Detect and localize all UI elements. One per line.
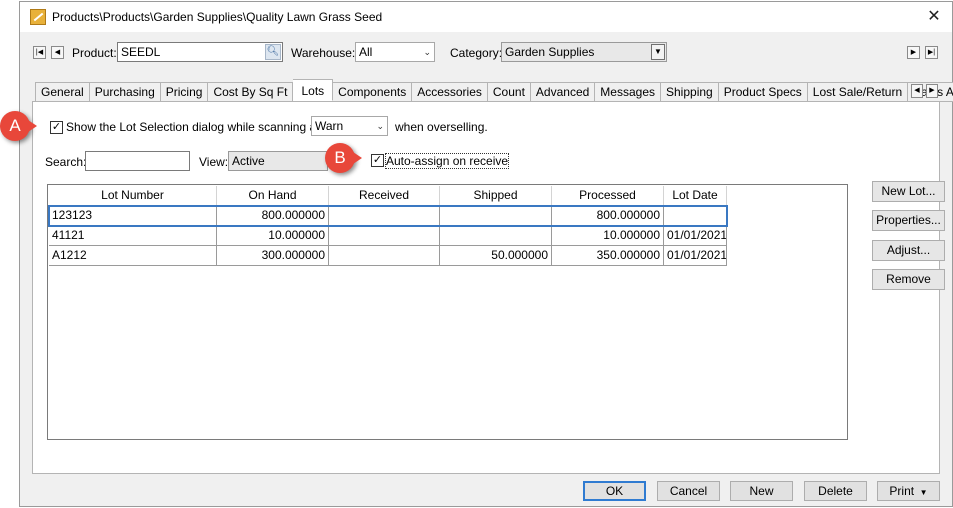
view-value: Active <box>232 154 265 168</box>
chevron-down-icon: ⌄ <box>376 121 384 131</box>
cell-received <box>329 206 440 226</box>
show-lot-dialog-checkbox[interactable]: ✓ <box>50 121 63 134</box>
first-record-icon[interactable]: |◀ <box>33 46 46 59</box>
dropdown-arrow-icon: ▼ <box>917 488 928 497</box>
category-value: Garden Supplies <box>505 45 595 59</box>
product-label: Product: <box>72 46 117 60</box>
previous-record-icon[interactable]: ◀ <box>51 46 64 59</box>
table-row[interactable]: A1212 300.000000 50.000000 350.000000 01/01/… <box>49 246 727 266</box>
tab-lots[interactable]: Lots <box>293 79 334 101</box>
cell-on-hand: 800.000000 <box>217 206 329 226</box>
table-header: Lot Number On Hand Received Shipped Processe… <box>49 186 727 206</box>
table-row[interactable]: 41121 10.000000 10.000000 01/01/2021 <box>49 226 727 246</box>
category-label: Category: <box>450 46 503 60</box>
cell-lot-date: 01/01/2021 <box>664 226 727 246</box>
callout-b: B <box>325 143 362 173</box>
product-value: SEEDL <box>121 45 161 59</box>
tab-components[interactable]: Components <box>333 82 413 102</box>
cell-shipped <box>440 206 552 226</box>
auto-assign-checkbox[interactable]: ✓ <box>371 154 384 167</box>
new-lot-button[interactable]: New Lot... <box>872 181 945 202</box>
cell-processed: 10.000000 <box>552 226 664 246</box>
lots-table: Lot Number On Hand Received Shipped Processe… <box>47 184 848 440</box>
overselling-value: Warn <box>315 119 344 133</box>
tab-product-specs[interactable]: Product Specs <box>718 82 808 102</box>
tab-cost-by-sq-ft[interactable]: Cost By Sq Ft <box>208 82 294 102</box>
column-header-received[interactable]: Received <box>329 186 440 206</box>
product-field[interactable]: SEEDL 🔍︎ <box>117 42 283 62</box>
cell-processed: 800.000000 <box>552 206 664 226</box>
cell-on-hand: 10.000000 <box>217 226 329 246</box>
tab-pricing[interactable]: Pricing <box>160 82 209 102</box>
column-header-processed[interactable]: Processed <box>552 186 664 206</box>
cell-lot-number: 123123 <box>49 206 217 226</box>
product-window: Products\Products\Garden Supplies\Qualit… <box>19 1 953 507</box>
cell-lot-number: A1212 <box>49 246 217 266</box>
callout-a: A <box>0 111 37 141</box>
cell-shipped <box>440 226 552 246</box>
print-label: Print <box>889 484 915 498</box>
tab-accessories[interactable]: Accessories <box>412 82 488 102</box>
tab-purchasing[interactable]: Purchasing <box>89 82 161 102</box>
cell-lot-number: 41121 <box>49 226 217 246</box>
delete-button[interactable]: Delete <box>804 481 867 501</box>
cell-lot-date: 01/01/2021 <box>664 246 727 266</box>
show-lot-dialog-label: Show the Lot Selection dialog while scan… <box>66 120 330 134</box>
product-toolbar: |◀ ◀ Product: SEEDL 🔍︎ Warehouse: All ⌄ … <box>20 41 952 65</box>
adjust-button[interactable]: Adjust... <box>872 240 945 261</box>
warehouse-value: All <box>359 45 373 59</box>
last-record-icon[interactable]: ▶| <box>925 46 938 59</box>
column-header-on-hand[interactable]: On Hand <box>217 186 329 206</box>
lots-table-body: Lot Number On Hand Received Shipped Processe… <box>48 186 728 266</box>
search-icon[interactable]: 🔍︎ <box>265 44 281 60</box>
ok-button[interactable]: OK <box>583 481 646 501</box>
cell-shipped: 50.000000 <box>440 246 552 266</box>
tab-scroll-right-icon[interactable]: ▶ <box>926 84 938 98</box>
overselling-suffix: when overselling. <box>395 120 488 134</box>
dropdown-arrow-icon: ▼ <box>651 44 665 60</box>
cell-received <box>329 226 440 246</box>
tab-lost-sale-return[interactable]: Lost Sale/Return <box>807 82 909 102</box>
title-bar: Products\Products\Garden Supplies\Qualit… <box>20 2 952 32</box>
lot-search-input[interactable] <box>85 151 190 171</box>
close-icon[interactable]: ✕ <box>924 7 944 27</box>
cancel-button[interactable]: Cancel <box>657 481 720 501</box>
view-select[interactable]: Active <box>228 151 328 171</box>
search-label: Search: <box>45 155 87 169</box>
column-header-shipped[interactable]: Shipped <box>440 186 552 206</box>
properties-button[interactable]: Properties... <box>872 210 945 231</box>
chevron-down-icon: ⌄ <box>423 47 431 57</box>
view-label: View: <box>199 155 229 169</box>
pencil-app-icon <box>30 9 46 25</box>
next-record-icon[interactable]: ▶ <box>907 46 920 59</box>
tab-messages[interactable]: Messages <box>595 82 661 102</box>
cell-on-hand: 300.000000 <box>217 246 329 266</box>
remove-button[interactable]: Remove <box>872 269 945 290</box>
tab-scroll-left-icon[interactable]: ◀ <box>911 84 923 98</box>
column-header-lot-date[interactable]: Lot Date <box>664 186 727 206</box>
new-button[interactable]: New <box>730 481 793 501</box>
window-title: Products\Products\Garden Supplies\Qualit… <box>52 10 383 24</box>
cell-received <box>329 246 440 266</box>
warehouse-label: Warehouse: <box>291 46 356 60</box>
tab-strip: General Purchasing Pricing Cost By Sq Ft Lot… <box>35 79 953 102</box>
cell-lot-date <box>664 206 727 226</box>
print-button[interactable]: Print ▼ <box>877 481 940 501</box>
tab-count[interactable]: Count <box>487 82 531 102</box>
warehouse-select[interactable]: All ⌄ <box>355 42 435 62</box>
overselling-select[interactable]: Warn ⌄ <box>311 116 388 136</box>
tab-shipping[interactable]: Shipping <box>661 82 719 102</box>
tab-advanced[interactable]: Advanced <box>530 82 596 102</box>
cell-processed: 350.000000 <box>552 246 664 266</box>
column-header-lot-number[interactable]: Lot Number <box>49 186 217 206</box>
tab-general[interactable]: General <box>35 82 90 102</box>
category-select[interactable]: Garden Supplies ▼ <box>501 42 667 62</box>
auto-assign-label: Auto-assign on receive <box>384 153 510 169</box>
table-row[interactable]: 123123 800.000000 800.000000 <box>48 205 728 227</box>
